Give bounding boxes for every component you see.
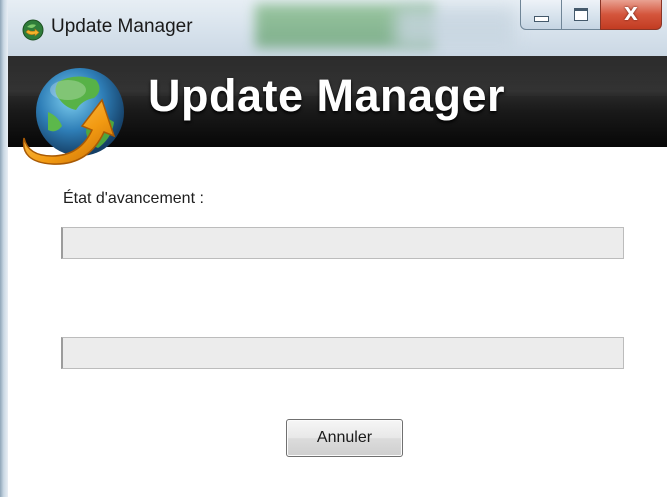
close-button[interactable]: X	[600, 0, 662, 30]
minimize-button[interactable]	[520, 0, 562, 30]
window-controls: X	[520, 0, 667, 32]
maximize-icon	[574, 8, 588, 21]
update-globe-icon	[22, 19, 44, 41]
status-label: État d'avancement :	[63, 190, 204, 207]
minimize-icon	[533, 15, 549, 22]
progress-bar-primary	[61, 227, 624, 259]
window-title: Update Manager	[51, 16, 193, 37]
window-frame-left	[0, 0, 8, 497]
globe-arrow-icon	[22, 68, 124, 165]
cancel-button[interactable]: Annuler	[286, 419, 403, 457]
update-manager-window: Update Manager X Update Manager État d'a…	[0, 0, 667, 497]
close-icon: X	[624, 3, 638, 25]
title-bar[interactable]: Update Manager X	[0, 0, 667, 56]
banner-title: Update Manager	[148, 70, 506, 121]
maximize-button[interactable]	[561, 0, 601, 30]
progress-bar-secondary	[61, 337, 624, 369]
